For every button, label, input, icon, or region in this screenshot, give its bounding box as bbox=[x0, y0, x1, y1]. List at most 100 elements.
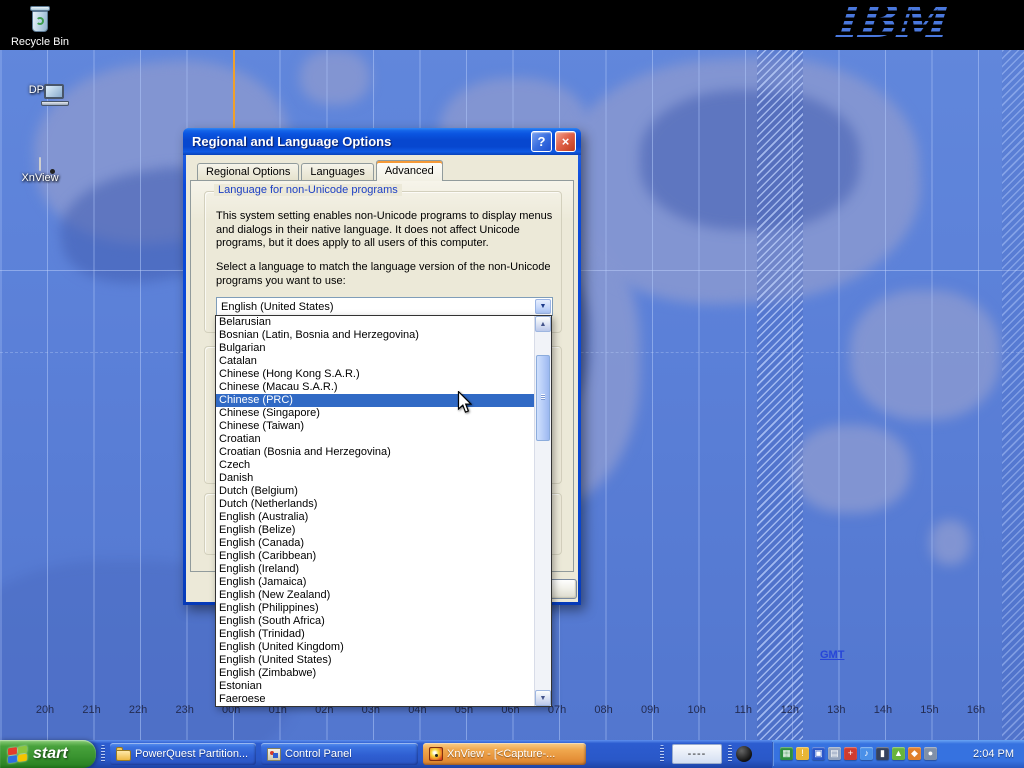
dateline-hatch-band bbox=[757, 50, 803, 740]
language-option[interactable]: English (Jamaica) bbox=[216, 576, 534, 589]
timezone-label: 22h bbox=[129, 704, 147, 716]
timezone-label: 09h bbox=[641, 704, 659, 716]
start-button[interactable]: start bbox=[0, 740, 96, 768]
dropdown-scrollbar[interactable]: ▲ ▼ bbox=[534, 316, 551, 706]
windows-logo-icon bbox=[8, 744, 27, 764]
tray-icon-10[interactable]: ● bbox=[924, 747, 937, 760]
dialog-tab[interactable]: Languages bbox=[301, 163, 373, 180]
language-option[interactable]: English (United Kingdom) bbox=[216, 641, 534, 654]
taskbar-window-button[interactable]: Control Panel bbox=[261, 743, 418, 765]
scroll-up-icon[interactable]: ▲ bbox=[535, 316, 551, 332]
gmt-label: GMT bbox=[820, 649, 844, 661]
window-button-label: PowerQuest Partition... bbox=[135, 748, 248, 760]
taskbar-window-button[interactable]: XnView - [<Capture-... bbox=[423, 743, 586, 765]
language-option[interactable]: Croatian (Bosnia and Herzegovina) bbox=[216, 446, 534, 459]
close-button[interactable]: × bbox=[555, 131, 576, 152]
timezone-label: 10h bbox=[688, 704, 706, 716]
scrollbar-thumb[interactable] bbox=[536, 355, 550, 441]
language-option[interactable]: English (Belize) bbox=[216, 524, 534, 537]
control-panel-icon bbox=[267, 748, 281, 761]
timezone-label: 12h bbox=[781, 704, 799, 716]
dialog-title: Regional and Language Options bbox=[192, 134, 528, 149]
desktop-icon-recycle-bin[interactable]: Recycle Bin bbox=[10, 4, 70, 48]
taskbar-app-icon[interactable] bbox=[736, 746, 752, 762]
current-time-marker bbox=[233, 50, 235, 129]
taskbar-grip[interactable] bbox=[728, 745, 732, 763]
tray-icon-7[interactable]: ▮ bbox=[876, 747, 889, 760]
timezone-label: 14h bbox=[874, 704, 892, 716]
system-tray: ▦!▣▤+♪▮▲◆● 2:04 PM bbox=[772, 740, 1024, 768]
language-option[interactable]: English (New Zealand) bbox=[216, 589, 534, 602]
language-option[interactable]: Belarusian bbox=[216, 316, 534, 329]
timezone-label: 11h bbox=[734, 704, 752, 716]
language-option[interactable]: English (Canada) bbox=[216, 537, 534, 550]
language-options: BelarusianBosnian (Latin, Bosnia and Her… bbox=[216, 316, 534, 706]
timezone-label: 20h bbox=[36, 704, 54, 716]
language-option[interactable]: English (South Africa) bbox=[216, 615, 534, 628]
xnview-app-icon bbox=[39, 157, 41, 171]
dialog-tab[interactable]: Advanced bbox=[376, 160, 443, 181]
tray-icon-8[interactable]: ▲ bbox=[892, 747, 905, 760]
taskbar-grip[interactable] bbox=[660, 745, 664, 763]
language-option[interactable]: Chinese (Taiwan) bbox=[216, 420, 534, 433]
language-option[interactable]: English (Zimbabwe) bbox=[216, 667, 534, 680]
instruction-text: Select a language to match the language … bbox=[216, 261, 561, 288]
language-option[interactable]: English (Philippines) bbox=[216, 602, 534, 615]
tab-strip: Regional OptionsLanguagesAdvanced bbox=[197, 159, 445, 180]
icon-label: Recycle Bin bbox=[10, 36, 70, 48]
window-button-label: XnView - [<Capture-... bbox=[447, 748, 555, 760]
ibm-logo-stripes bbox=[834, 0, 950, 50]
taskbar: start PowerQuest Partition... Control Pa… bbox=[0, 740, 1024, 768]
taskbar-grip[interactable] bbox=[101, 745, 105, 763]
language-option[interactable]: Danish bbox=[216, 472, 534, 485]
tray-icon-6[interactable]: ♪ bbox=[860, 747, 873, 760]
language-option[interactable]: Chinese (Hong Kong S.A.R.) bbox=[216, 368, 534, 381]
language-option[interactable]: Czech bbox=[216, 459, 534, 472]
language-option[interactable]: English (Trinidad) bbox=[216, 628, 534, 641]
start-label: start bbox=[33, 745, 68, 763]
combobox-value: English (United States) bbox=[221, 301, 334, 313]
timezone-label: 21h bbox=[82, 704, 100, 716]
tray-icon-9[interactable]: ◆ bbox=[908, 747, 921, 760]
help-button[interactable]: ? bbox=[531, 131, 552, 152]
description-text: This system setting enables non-Unicode … bbox=[216, 210, 561, 251]
tray-icon-3[interactable]: ▣ bbox=[812, 747, 825, 760]
scroll-down-icon[interactable]: ▼ bbox=[535, 690, 551, 706]
language-option[interactable]: Dutch (Belgium) bbox=[216, 485, 534, 498]
taskbar-clock[interactable]: 2:04 PM bbox=[973, 740, 1014, 768]
dialog-titlebar[interactable]: Regional and Language Options ? × bbox=[183, 128, 581, 155]
desktop-icon-dpb[interactable]: DPB bbox=[10, 82, 70, 96]
language-combobox[interactable]: English (United States) ▼ bbox=[216, 297, 553, 316]
desktop-icon-xnview[interactable]: XnView bbox=[10, 158, 70, 184]
language-option[interactable]: Estonian bbox=[216, 680, 534, 693]
language-option[interactable]: English (United States) bbox=[216, 654, 534, 667]
language-option[interactable]: English (Australia) bbox=[216, 511, 534, 524]
language-option[interactable]: English (Ireland) bbox=[216, 563, 534, 576]
tray-icon-5[interactable]: + bbox=[844, 747, 857, 760]
language-option[interactable]: Bulgarian bbox=[216, 342, 534, 355]
timezone-label: 13h bbox=[827, 704, 845, 716]
language-option[interactable]: Chinese (Singapore) bbox=[216, 407, 534, 420]
tray-icons: ▦!▣▤+♪▮▲◆● bbox=[780, 747, 937, 760]
language-option[interactable]: Catalan bbox=[216, 355, 534, 368]
combobox-dropdown-button[interactable]: ▼ bbox=[535, 299, 551, 314]
language-option[interactable]: Faeroese bbox=[216, 693, 534, 706]
language-option[interactable]: Croatian bbox=[216, 433, 534, 446]
xnview-icon bbox=[429, 747, 443, 761]
tray-icon-1[interactable]: ▦ bbox=[780, 747, 793, 760]
language-option[interactable]: Bosnian (Latin, Bosnia and Herzegovina) bbox=[216, 329, 534, 342]
desktop: GMT 20h21h22h23h00h01h02h03h04h05h06h07h… bbox=[0, 0, 1024, 768]
language-option[interactable]: Dutch (Netherlands) bbox=[216, 498, 534, 511]
language-option[interactable]: Chinese (Macau S.A.R.) bbox=[216, 381, 534, 394]
timezone-label: 23h bbox=[175, 704, 193, 716]
dialog-tab[interactable]: Regional Options bbox=[197, 163, 299, 180]
language-option[interactable]: Chinese (PRC) bbox=[216, 394, 534, 407]
taskbar-window-buttons: PowerQuest Partition... Control Panel Xn… bbox=[110, 743, 586, 765]
icon-label: XnView bbox=[10, 172, 70, 184]
tray-icon-4[interactable]: ▤ bbox=[828, 747, 841, 760]
taskbar-window-button[interactable]: PowerQuest Partition... bbox=[110, 743, 256, 765]
language-option[interactable]: English (Caribbean) bbox=[216, 550, 534, 563]
tray-icon-2[interactable]: ! bbox=[796, 747, 809, 760]
window-button-label: Control Panel bbox=[285, 748, 352, 760]
taskbar-deskband[interactable]: ---- bbox=[672, 744, 722, 764]
